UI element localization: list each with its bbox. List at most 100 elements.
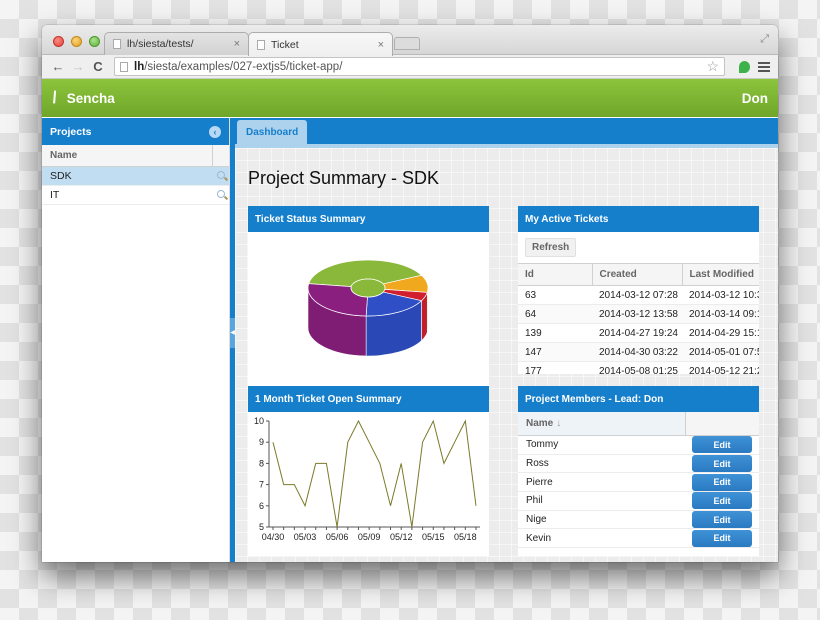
ticket-id: 177 [518,361,592,374]
window-close-button[interactable] [53,36,64,47]
browser-tab-tests[interactable]: lh/siesta/tests/ × [104,32,249,55]
ticket-row[interactable]: 139 2014-04-27 19:24 2014-04-29 15:1 [518,323,759,343]
data-point[interactable] [442,462,445,465]
page-title: Project Summary - SDK [248,168,440,188]
x-tick-label: 05/09 [358,532,381,542]
collapse-left-icon[interactable]: ‹ [209,125,221,138]
edit-member-button[interactable]: Edit [692,529,752,547]
fullscreen-icon[interactable]: ⤢ [760,33,769,46]
pie-center-hole [350,278,386,298]
y-tick-label: 9 [259,437,264,447]
data-point[interactable] [325,462,328,465]
members-list: Tommy Edit Ross Edit Pierre Edit Phil Edit Nige E… [518,436,759,549]
member-name: Pierre [526,476,553,488]
ticket-id: 139 [518,323,592,343]
project-name: SDK [50,170,72,182]
member-row[interactable]: Nige Edit [518,511,759,530]
ticket-row[interactable]: 177 2014-05-08 01:25 2014-05-12 21:2 [518,361,759,374]
ticket-id: 63 [518,285,592,305]
ticket-row[interactable]: 147 2014-04-30 03:22 2014-05-01 07:5 [518,342,759,362]
ticket-created: 2014-03-12 07:28 [592,285,682,305]
y-tick-label: 10 [254,416,264,426]
ticket-status-pie-chart [307,259,429,357]
data-point[interactable] [389,504,392,507]
data-point[interactable] [272,441,275,444]
edit-member-button[interactable]: Edit [692,492,752,510]
bookmark-star-icon[interactable]: ☆ [706,58,719,75]
active-tickets-title: My Active Tickets [518,206,759,232]
ticket-last-modified: 2014-03-12 10:3 [682,285,759,305]
data-point[interactable] [378,462,381,465]
browser-tab-ticket[interactable]: Ticket × [248,32,393,56]
window-minimize-button[interactable] [71,36,82,47]
column-header-name[interactable]: Name [42,145,213,166]
column-header-last-modified[interactable]: Last Modified [682,263,759,286]
data-point[interactable] [475,504,478,507]
user-name[interactable]: Don [742,91,768,106]
data-point[interactable] [336,526,339,529]
project-row-sdk[interactable]: SDK [42,167,229,186]
edit-member-button[interactable]: Edit [692,511,752,529]
app-header: \ Sencha Don [42,79,778,117]
member-row[interactable]: Phil Edit [518,492,759,511]
data-point[interactable] [453,441,456,444]
project-members-title: Project Members - Lead: Don [518,386,759,412]
ticket-row[interactable]: 64 2014-03-12 13:58 2014-03-14 09:1 [518,304,759,324]
data-point[interactable] [346,441,349,444]
window-zoom-button[interactable] [89,36,100,47]
y-tick-label: 8 [259,458,264,468]
ticket-id: 64 [518,304,592,324]
data-point[interactable] [304,504,307,507]
forward-button[interactable]: → [68,59,88,74]
active-tickets-card: My Active Tickets Refresh Id Created Las… [518,206,759,374]
search-icon[interactable] [217,171,225,179]
back-button[interactable]: ← [48,59,68,74]
data-point[interactable] [282,483,285,486]
edit-member-button[interactable]: Edit [692,436,752,454]
url-host: lh [134,60,145,73]
data-point[interactable] [400,462,403,465]
refresh-button[interactable]: Refresh [525,238,577,257]
data-point[interactable] [464,420,467,423]
close-icon[interactable]: × [378,39,384,51]
member-name: Tommy [526,439,559,451]
data-point[interactable] [421,441,424,444]
column-header-created[interactable]: Created [592,263,683,286]
member-row[interactable]: Ross Edit [518,455,759,474]
extension-icon[interactable] [739,60,750,73]
project-row-it[interactable]: IT [42,186,229,205]
data-point[interactable] [432,420,435,423]
member-row[interactable]: Pierre Edit [518,473,759,493]
new-tab-button[interactable] [394,37,420,50]
search-icon[interactable] [217,190,225,198]
ticket-row[interactable]: 63 2014-03-12 07:28 2014-03-12 10:3 [518,285,759,305]
ticket-last-modified: 2014-05-12 21:2 [682,361,759,374]
open-summary-title: 1 Month Ticket Open Summary [248,386,489,412]
data-point[interactable] [293,483,296,486]
member-row[interactable]: Kevin Edit [518,529,759,549]
column-header-actions [213,145,229,166]
data-point[interactable] [314,462,317,465]
address-bar[interactable]: lh /siesta/examples/027-extjs5/ticket-ap… [114,57,725,76]
edit-member-button[interactable]: Edit [692,473,752,491]
app-title: Sencha [66,90,115,106]
browser-tabbar: lh/siesta/tests/ × Ticket × ⤢ [42,25,778,56]
member-row[interactable]: Tommy Edit [518,436,759,455]
data-point[interactable] [410,526,413,529]
page-icon [113,39,121,49]
column-header-id[interactable]: Id [518,263,593,286]
reload-button[interactable]: C [88,59,108,74]
member-name: Nige [526,514,547,526]
edit-member-button[interactable]: Edit [692,455,752,473]
page-icon [120,61,128,72]
member-name: Kevin [526,532,552,544]
x-tick-label: 05/12 [390,532,413,542]
close-icon[interactable]: × [234,38,240,50]
data-point[interactable] [357,420,360,423]
series-line-open-tickets[interactable] [272,419,477,528]
tab-dashboard[interactable]: Dashboard [237,120,308,144]
column-header-name[interactable]: Name ↓ [518,412,686,435]
data-point[interactable] [368,441,371,444]
menu-icon[interactable] [758,61,770,72]
y-tick-label: 7 [259,480,264,490]
